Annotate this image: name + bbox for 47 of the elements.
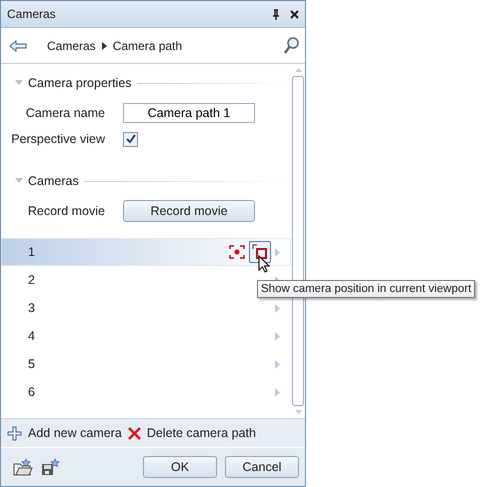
section-header[interactable]: Camera properties [28,76,132,90]
pin-icon[interactable] [272,8,280,20]
camera-row[interactable]: 4 [1,322,291,350]
row-arrow-icon[interactable] [275,332,280,340]
field-label: Perspective view [10,132,106,146]
camera-number: 6 [28,385,36,399]
close-icon [128,426,141,440]
camera-row[interactable]: 6 [1,378,291,406]
window-title: Cameras [7,7,57,21]
tooltip: Show camera position in current viewport [257,280,476,298]
field-label: Camera name [24,106,106,120]
dialog-button[interactable]: OK [143,456,217,478]
scroll-down-icon[interactable] [294,410,302,414]
record-position-icon[interactable] [229,245,245,259]
collapse-icon[interactable] [15,178,23,184]
save-icon[interactable] [41,458,61,476]
row-arrow-icon[interactable] [275,304,280,312]
camera-row[interactable]: 5 [1,350,291,378]
collapse-icon[interactable] [15,80,23,86]
breadcrumb-separator-icon [102,42,107,50]
dialog-button[interactable]: Cancel [225,456,299,478]
scroll-up-icon[interactable] [294,68,302,72]
breadcrumb-item[interactable]: Cameras [47,38,96,52]
delete-action[interactable]: Delete camera path [128,426,256,440]
mouse-cursor-icon [258,255,270,273]
section-header[interactable]: Cameras [28,174,79,188]
record-movie-button[interactable]: Record movie [123,200,255,222]
row-arrow-icon[interactable] [275,388,280,396]
open-folder-icon[interactable] [13,458,33,476]
camera-number: 1 [28,245,36,259]
camera-number: 5 [28,357,36,371]
camera-row[interactable]: 1 [1,238,291,266]
row-arrow-icon[interactable] [275,248,280,256]
field-label: Record movie [26,204,106,218]
camera-number: 3 [28,301,36,315]
search-icon[interactable] [283,36,299,54]
plus-icon [7,426,22,440]
back-arrow-icon[interactable] [9,40,27,52]
checkbox[interactable] [123,132,138,146]
add-action[interactable]: Add new camera [7,426,122,440]
row-arrow-icon[interactable] [275,360,280,368]
camera-number: 4 [28,329,36,343]
camera-name-field[interactable]: Camera path 1 [123,103,255,123]
breadcrumb-item[interactable]: Camera path [112,38,182,52]
close-icon[interactable] [290,10,299,18]
viewport-position-icon[interactable] [249,241,271,263]
camera-number: 2 [28,273,36,287]
